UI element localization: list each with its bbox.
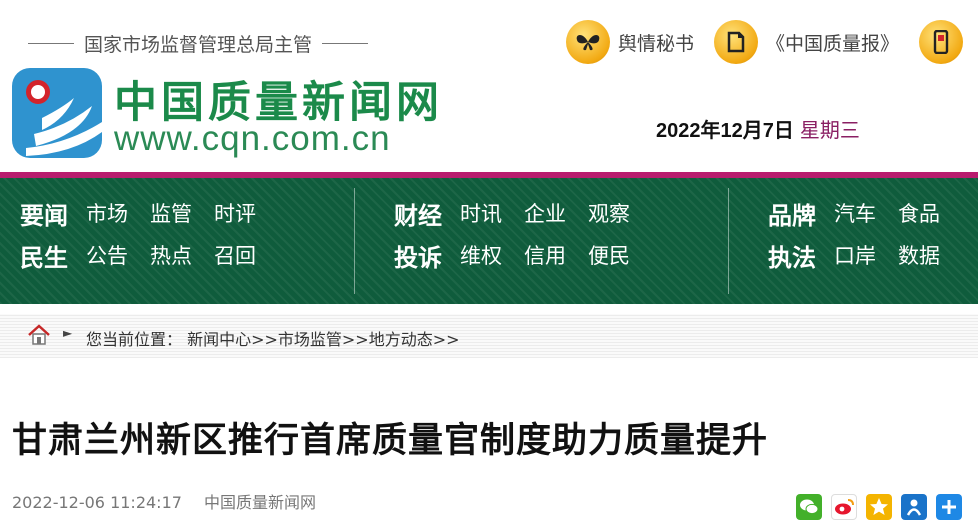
supervisor-tagline: 国家市场监督管理总局主管 [18,30,378,57]
article-timestamp: 2022-12-06 11:24:17 [12,493,182,512]
top-link-yuqing[interactable]: 舆情秘书 [566,20,694,64]
renren-share-icon[interactable] [901,494,927,520]
top-link-label: 《中国质量报》 [766,32,900,55]
nav-link[interactable]: 观察 [588,198,630,228]
nav-category-zhifa[interactable]: 执法 [768,238,816,273]
nav-link[interactable]: 便民 [588,240,630,270]
nav-link[interactable]: 汽车 [834,198,876,228]
top-link-mobile[interactable] [919,20,971,64]
wechat-share-icon[interactable] [796,494,822,520]
site-header: 国家市场监督管理总局主管 中国质量新闻网 www.cqn.com.cn 舆情秘书… [0,0,978,172]
tagline-rule-left [28,43,74,44]
site-url[interactable]: www.cqn.com.cn [114,119,391,159]
nav-category-tousu[interactable]: 投诉 [394,238,442,273]
nav-category-pinpai[interactable]: 品牌 [768,196,816,231]
supervisor-text: 国家市场监督管理总局主管 [84,34,313,56]
nav-row: 财经 时讯 企业 观察 [394,192,652,234]
nav-link[interactable]: 时讯 [460,198,502,228]
weekday-text: 星期三 [799,118,860,142]
home-icon[interactable] [26,322,52,348]
breadcrumb-text[interactable]: 您当前位置： 新闻中心>>市场监管>>地方动态>> [86,326,460,350]
nav-group-1: 要闻 市场 监管 时评 民生 公告 热点 召回 [20,192,278,276]
date-text: 2022年12月7日 [656,120,794,142]
nav-divider [354,188,355,294]
nav-link[interactable]: 市场 [86,198,128,228]
article-title: 甘肃兰州新区推行首席质量官制度助力质量提升 [12,421,769,461]
nav-row: 执法 口岸 数据 [768,234,962,276]
breadcrumb: ► 您当前位置： 新闻中心>>市场监管>>地方动态>> [0,314,978,358]
nav-link[interactable]: 公告 [86,240,128,270]
mobile-phone-icon [919,20,964,64]
nav-link[interactable]: 信用 [524,240,566,270]
nav-link[interactable]: 数据 [898,240,940,270]
nav-link[interactable]: 维权 [460,240,502,270]
newspaper-icon [714,20,759,64]
nav-category-minsheng[interactable]: 民生 [20,238,68,273]
share-bar [787,494,962,520]
article-meta: 2022-12-06 11:24:17 中国质量新闻网 [12,489,316,513]
nav-row: 投诉 维权 信用 便民 [394,234,652,276]
site-logo-icon[interactable] [12,68,102,158]
logo-wave-icon [26,98,102,156]
tagline-rule-right [322,43,369,44]
nav-group-2: 财经 时讯 企业 观察 投诉 维权 信用 便民 [394,192,652,276]
top-link-label: 舆情秘书 [618,32,695,55]
nav-category-yaowen[interactable]: 要闻 [20,196,68,231]
weibo-share-icon[interactable] [831,494,857,520]
nav-link[interactable]: 企业 [524,198,566,228]
nav-category-caijing[interactable]: 财经 [394,196,442,231]
main-nav: 要闻 市场 监管 时评 民生 公告 热点 召回 财经 时讯 企业 观察 投诉 维… [0,178,978,304]
nav-row: 要闻 市场 监管 时评 [20,192,278,234]
qzone-share-icon[interactable] [866,494,892,520]
breadcrumb-arrow-icon: ► [63,326,73,340]
nav-row: 品牌 汽车 食品 [768,192,962,234]
nav-group-3: 品牌 汽车 食品 执法 口岸 数据 [768,192,962,276]
nav-link[interactable]: 时评 [214,198,256,228]
nav-link[interactable]: 食品 [898,198,940,228]
nav-link[interactable]: 监管 [150,198,192,228]
top-links: 舆情秘书 《中国质量报》 [566,20,978,64]
top-link-newspaper[interactable]: 《中国质量报》 [714,20,899,64]
more-share-icon[interactable] [936,494,962,520]
nav-link[interactable]: 口岸 [834,240,876,270]
nav-link[interactable]: 热点 [150,240,192,270]
nav-divider [728,188,729,294]
current-date: 2022年12月7日 星期三 [656,114,860,143]
nav-row: 民生 公告 热点 召回 [20,234,278,276]
article-source: 中国质量新闻网 [203,493,316,512]
butterfly-icon [566,20,610,64]
nav-link[interactable]: 召回 [214,240,256,270]
